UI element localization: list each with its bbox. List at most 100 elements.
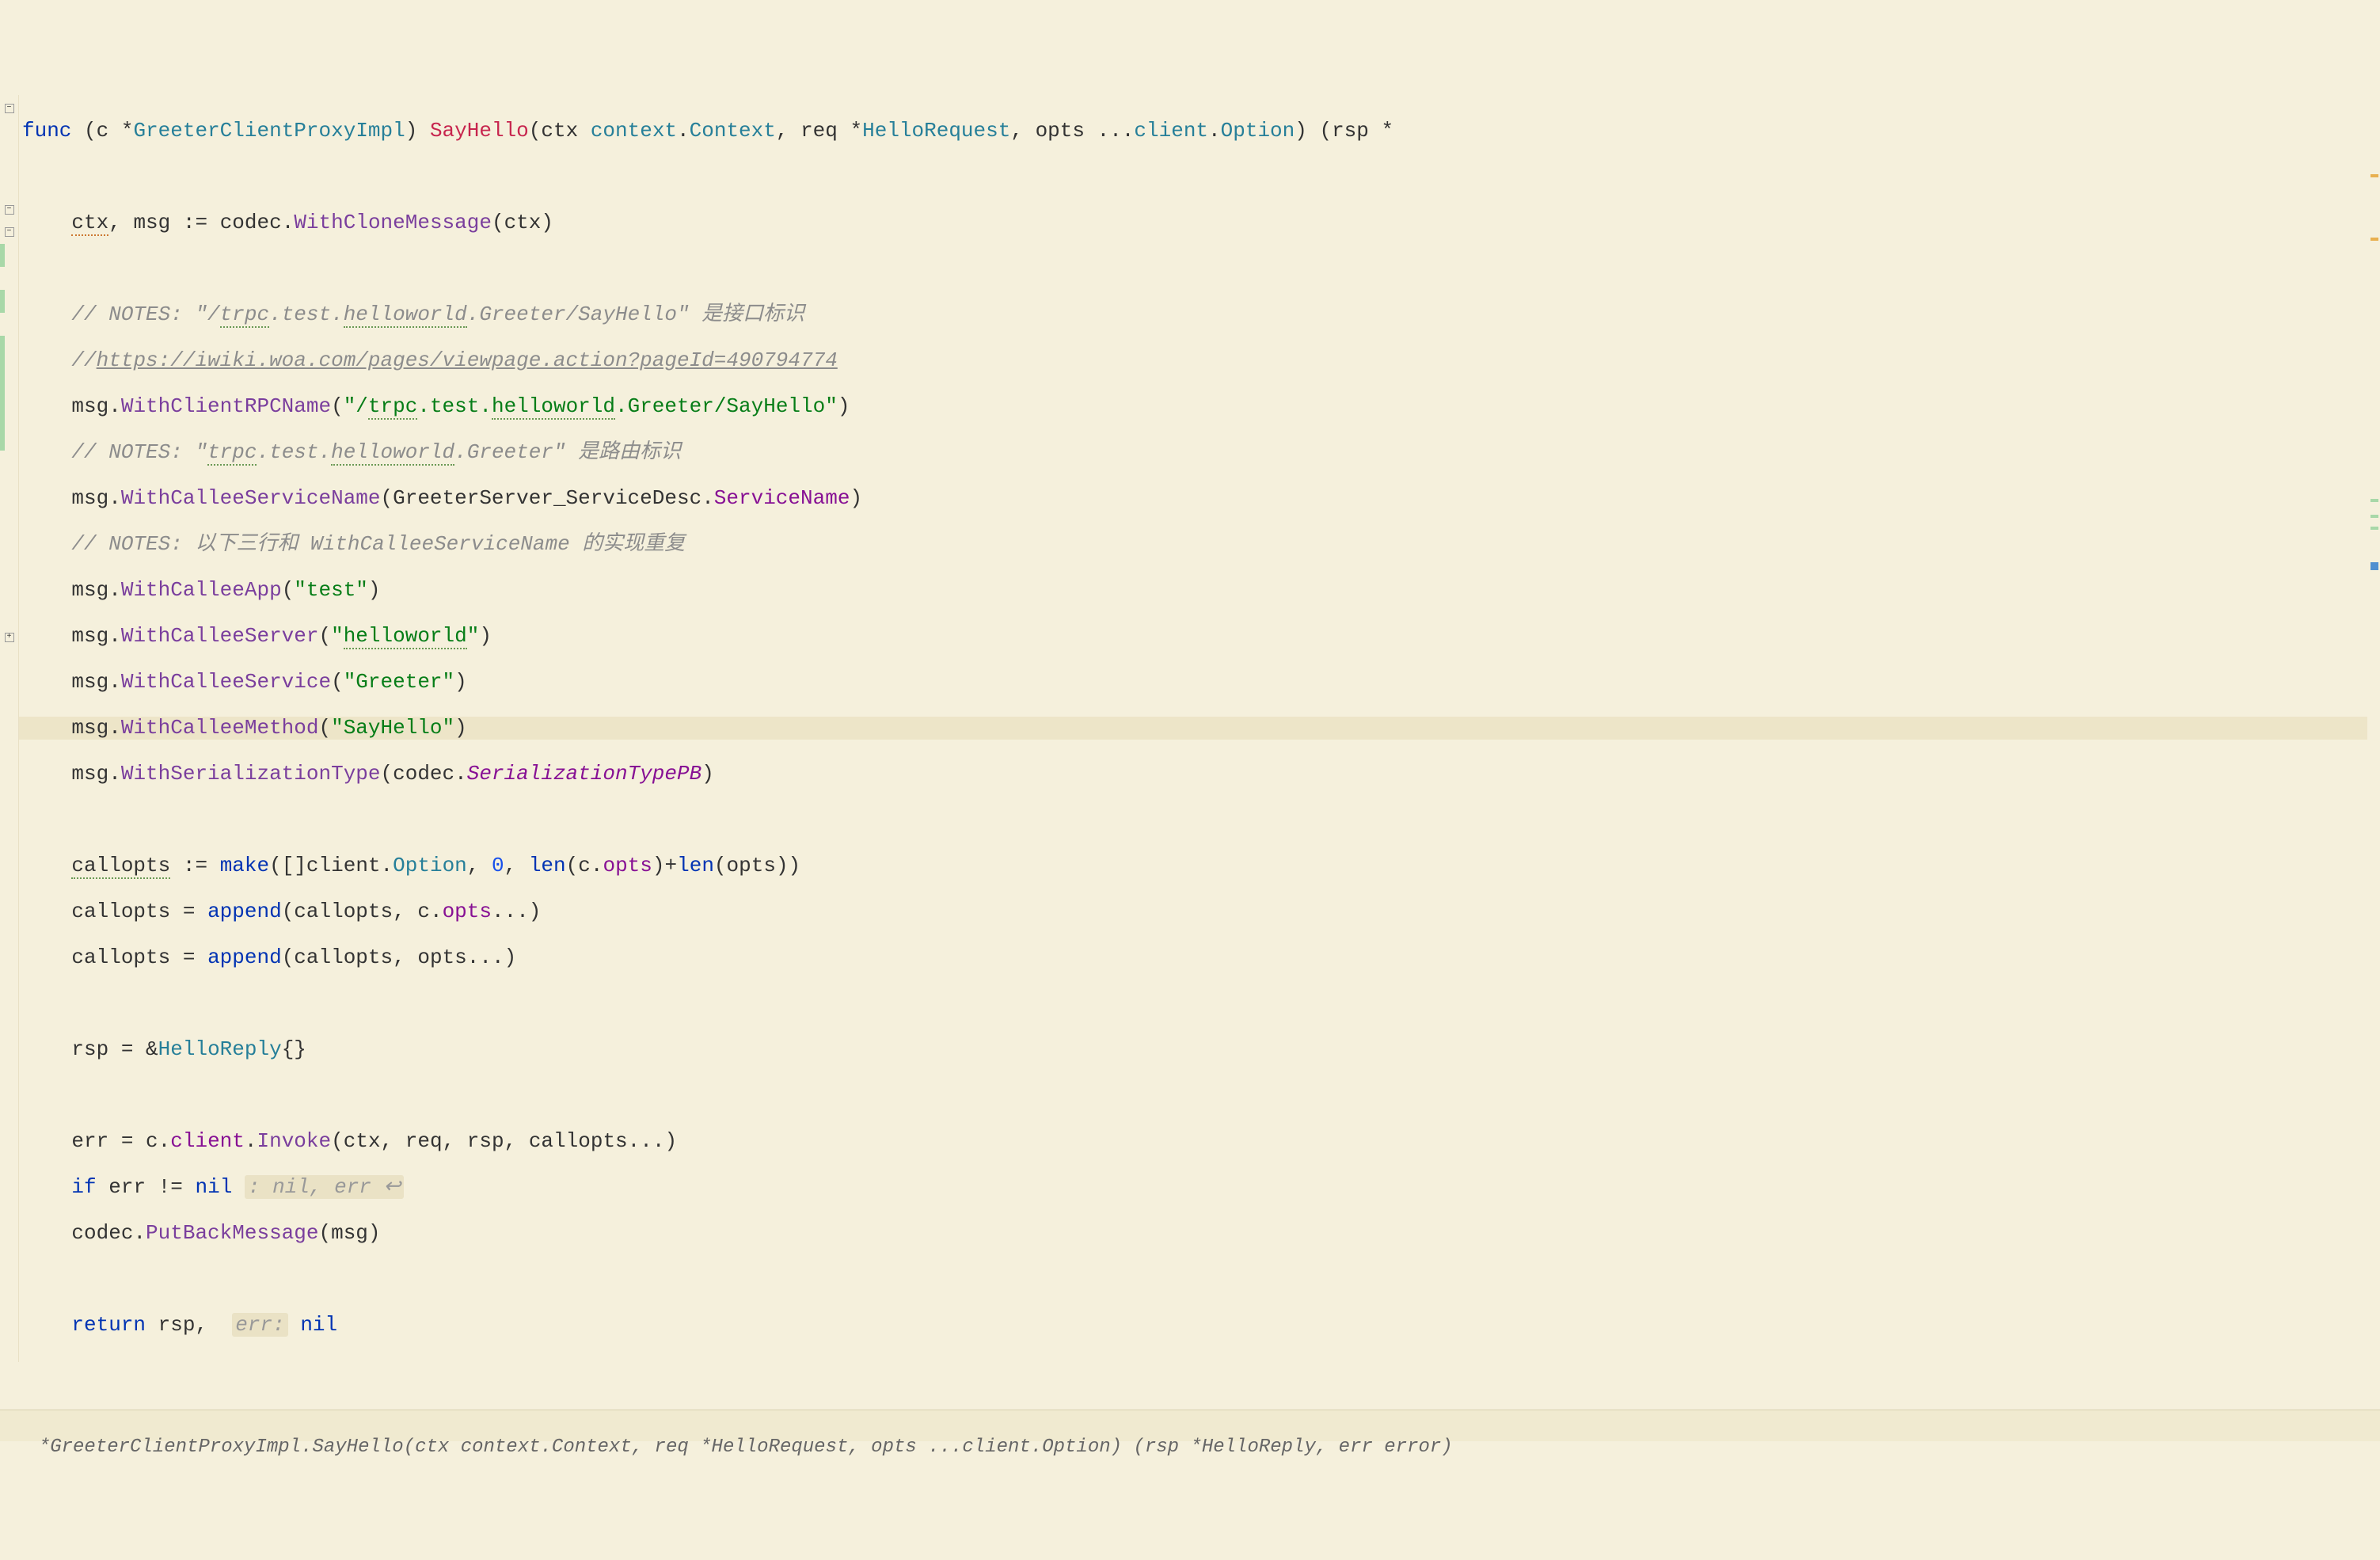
identifier: msg <box>331 1221 368 1245</box>
param: ctx <box>541 119 578 143</box>
identifier: c <box>97 119 109 143</box>
code-line: //https://iwiki.woa.com/pages/viewpage.a… <box>19 349 2367 372</box>
code-line: func (c *GreeterClientProxyImpl) SayHell… <box>19 120 2367 143</box>
field: SerializationTypePB <box>467 762 701 786</box>
string: "SayHello" <box>331 716 454 740</box>
identifier: codec <box>71 1221 133 1245</box>
scrollbar[interactable] <box>2367 95 2380 1362</box>
identifier: c <box>146 1129 158 1153</box>
fold-icon[interactable]: − <box>0 198 18 221</box>
identifier: callopts <box>294 900 393 923</box>
identifier: callopts <box>71 854 170 879</box>
identifier: codec <box>220 211 282 234</box>
code-editor[interactable]: − − − + func (c *GreeterClientProxyImpl)… <box>0 95 2380 1362</box>
comment: trpc <box>220 302 269 328</box>
param: rsp <box>1332 119 1369 143</box>
inline-hint: : nil, err ↩ <box>245 1175 404 1199</box>
field: client <box>170 1129 245 1153</box>
code-line: callopts := make([]client.Option, 0, len… <box>19 854 2367 877</box>
identifier: msg <box>71 716 108 740</box>
comment: .test. <box>257 440 331 464</box>
breadcrumb-text: *GreeterClientProxyImpl.SayHello(ctx con… <box>39 1436 1453 1458</box>
keyword: if <box>71 1175 96 1199</box>
comment: // NOTES: " <box>71 440 207 464</box>
fold-icon[interactable]: + <box>0 626 18 649</box>
string: "/ <box>344 394 368 418</box>
string: .test. <box>417 394 492 418</box>
code-content[interactable]: func (c *GreeterClientProxyImpl) SayHell… <box>19 95 2367 1362</box>
identifier: ctx <box>71 211 108 236</box>
keyword: nil <box>195 1175 232 1199</box>
type: client <box>306 854 381 877</box>
method: WithClientRPCName <box>121 394 331 418</box>
builtin: make <box>220 854 269 877</box>
scroll-marker[interactable] <box>2370 562 2378 570</box>
code-line: msg.WithSerializationType(codec.Serializ… <box>19 763 2367 786</box>
scroll-marker[interactable] <box>2370 527 2378 530</box>
inline-hint: err: <box>232 1313 287 1337</box>
comment: .Greeter/SayHello" 是接口标识 <box>467 302 804 326</box>
builtin: append <box>207 900 282 923</box>
type: HelloRequest <box>862 119 1010 143</box>
builtin: len <box>677 854 714 877</box>
field: opts <box>443 900 492 923</box>
comment: trpc <box>207 440 257 466</box>
string: " <box>467 624 480 648</box>
code-line: ctx, msg := codec.WithCloneMessage(ctx) <box>19 211 2367 234</box>
fold-icon[interactable]: − <box>0 97 18 120</box>
identifier: opts <box>417 946 466 969</box>
code-line-current: msg.WithCalleeMethod("SayHello") <box>19 717 2367 740</box>
code-line: msg.WithCalleeServiceName(GreeterServer_… <box>19 487 2367 510</box>
code-line: msg.WithCalleeServer("helloworld") <box>19 625 2367 648</box>
builtin: append <box>207 946 282 969</box>
method: WithCalleeServer <box>121 624 319 648</box>
type: context <box>591 119 677 143</box>
comment: .Greeter" 是路由标识 <box>454 440 681 464</box>
op: := <box>183 211 207 234</box>
editor-gutter: − − − + <box>0 95 19 1362</box>
method: WithCalleeApp <box>121 578 282 602</box>
field: opts <box>603 854 652 877</box>
link[interactable]: https://iwiki.woa.com/pages/viewpage.act… <box>97 348 838 372</box>
method: WithCloneMessage <box>294 211 492 234</box>
comment: // NOTES: 以下三行和 WithCalleeServiceName 的实… <box>71 532 685 556</box>
scroll-marker[interactable] <box>2370 238 2378 241</box>
identifier: msg <box>71 486 108 510</box>
method: WithCalleeMethod <box>121 716 319 740</box>
scroll-marker[interactable] <box>2370 515 2378 518</box>
identifier: c <box>578 854 591 877</box>
code-line: // NOTES: "/trpc.test.helloworld.Greeter… <box>19 303 2367 326</box>
string: " <box>331 624 344 648</box>
identifier: msg <box>133 211 170 234</box>
type: client <box>1134 119 1208 143</box>
comment: helloworld <box>331 440 454 466</box>
identifier: codec <box>393 762 454 786</box>
identifier: c <box>417 900 430 923</box>
function-name: SayHello <box>430 119 529 143</box>
identifier: callopts <box>294 946 393 969</box>
scroll-marker[interactable] <box>2370 499 2378 502</box>
type: GreeterClientProxyImpl <box>133 119 405 143</box>
scroll-marker[interactable] <box>2370 174 2378 177</box>
code-line <box>19 992 2367 1015</box>
identifier: rsp <box>467 1129 504 1153</box>
code-line: callopts = append(callopts, c.opts...) <box>19 900 2367 923</box>
string: helloworld <box>344 624 467 649</box>
code-line: callopts = append(callopts, opts...) <box>19 946 2367 969</box>
builtin: len <box>529 854 566 877</box>
change-marker <box>0 290 5 313</box>
identifier: ctx <box>344 1129 381 1153</box>
method: WithCalleeService <box>121 670 331 694</box>
identifier: GreeterServer_ServiceDesc <box>393 486 701 510</box>
change-marker <box>0 244 5 267</box>
type: Option <box>393 854 467 877</box>
op: * <box>121 119 134 143</box>
code-line <box>19 257 2367 280</box>
code-line: msg.WithCalleeService("Greeter") <box>19 671 2367 694</box>
identifier: callopts <box>529 1129 628 1153</box>
breadcrumb[interactable]: *GreeterClientProxyImpl.SayHello(ctx con… <box>0 1410 2380 1441</box>
identifier: callopts <box>71 900 170 923</box>
identifier: err <box>108 1175 146 1199</box>
fold-icon[interactable]: − <box>0 220 18 243</box>
method: WithSerializationType <box>121 762 381 786</box>
